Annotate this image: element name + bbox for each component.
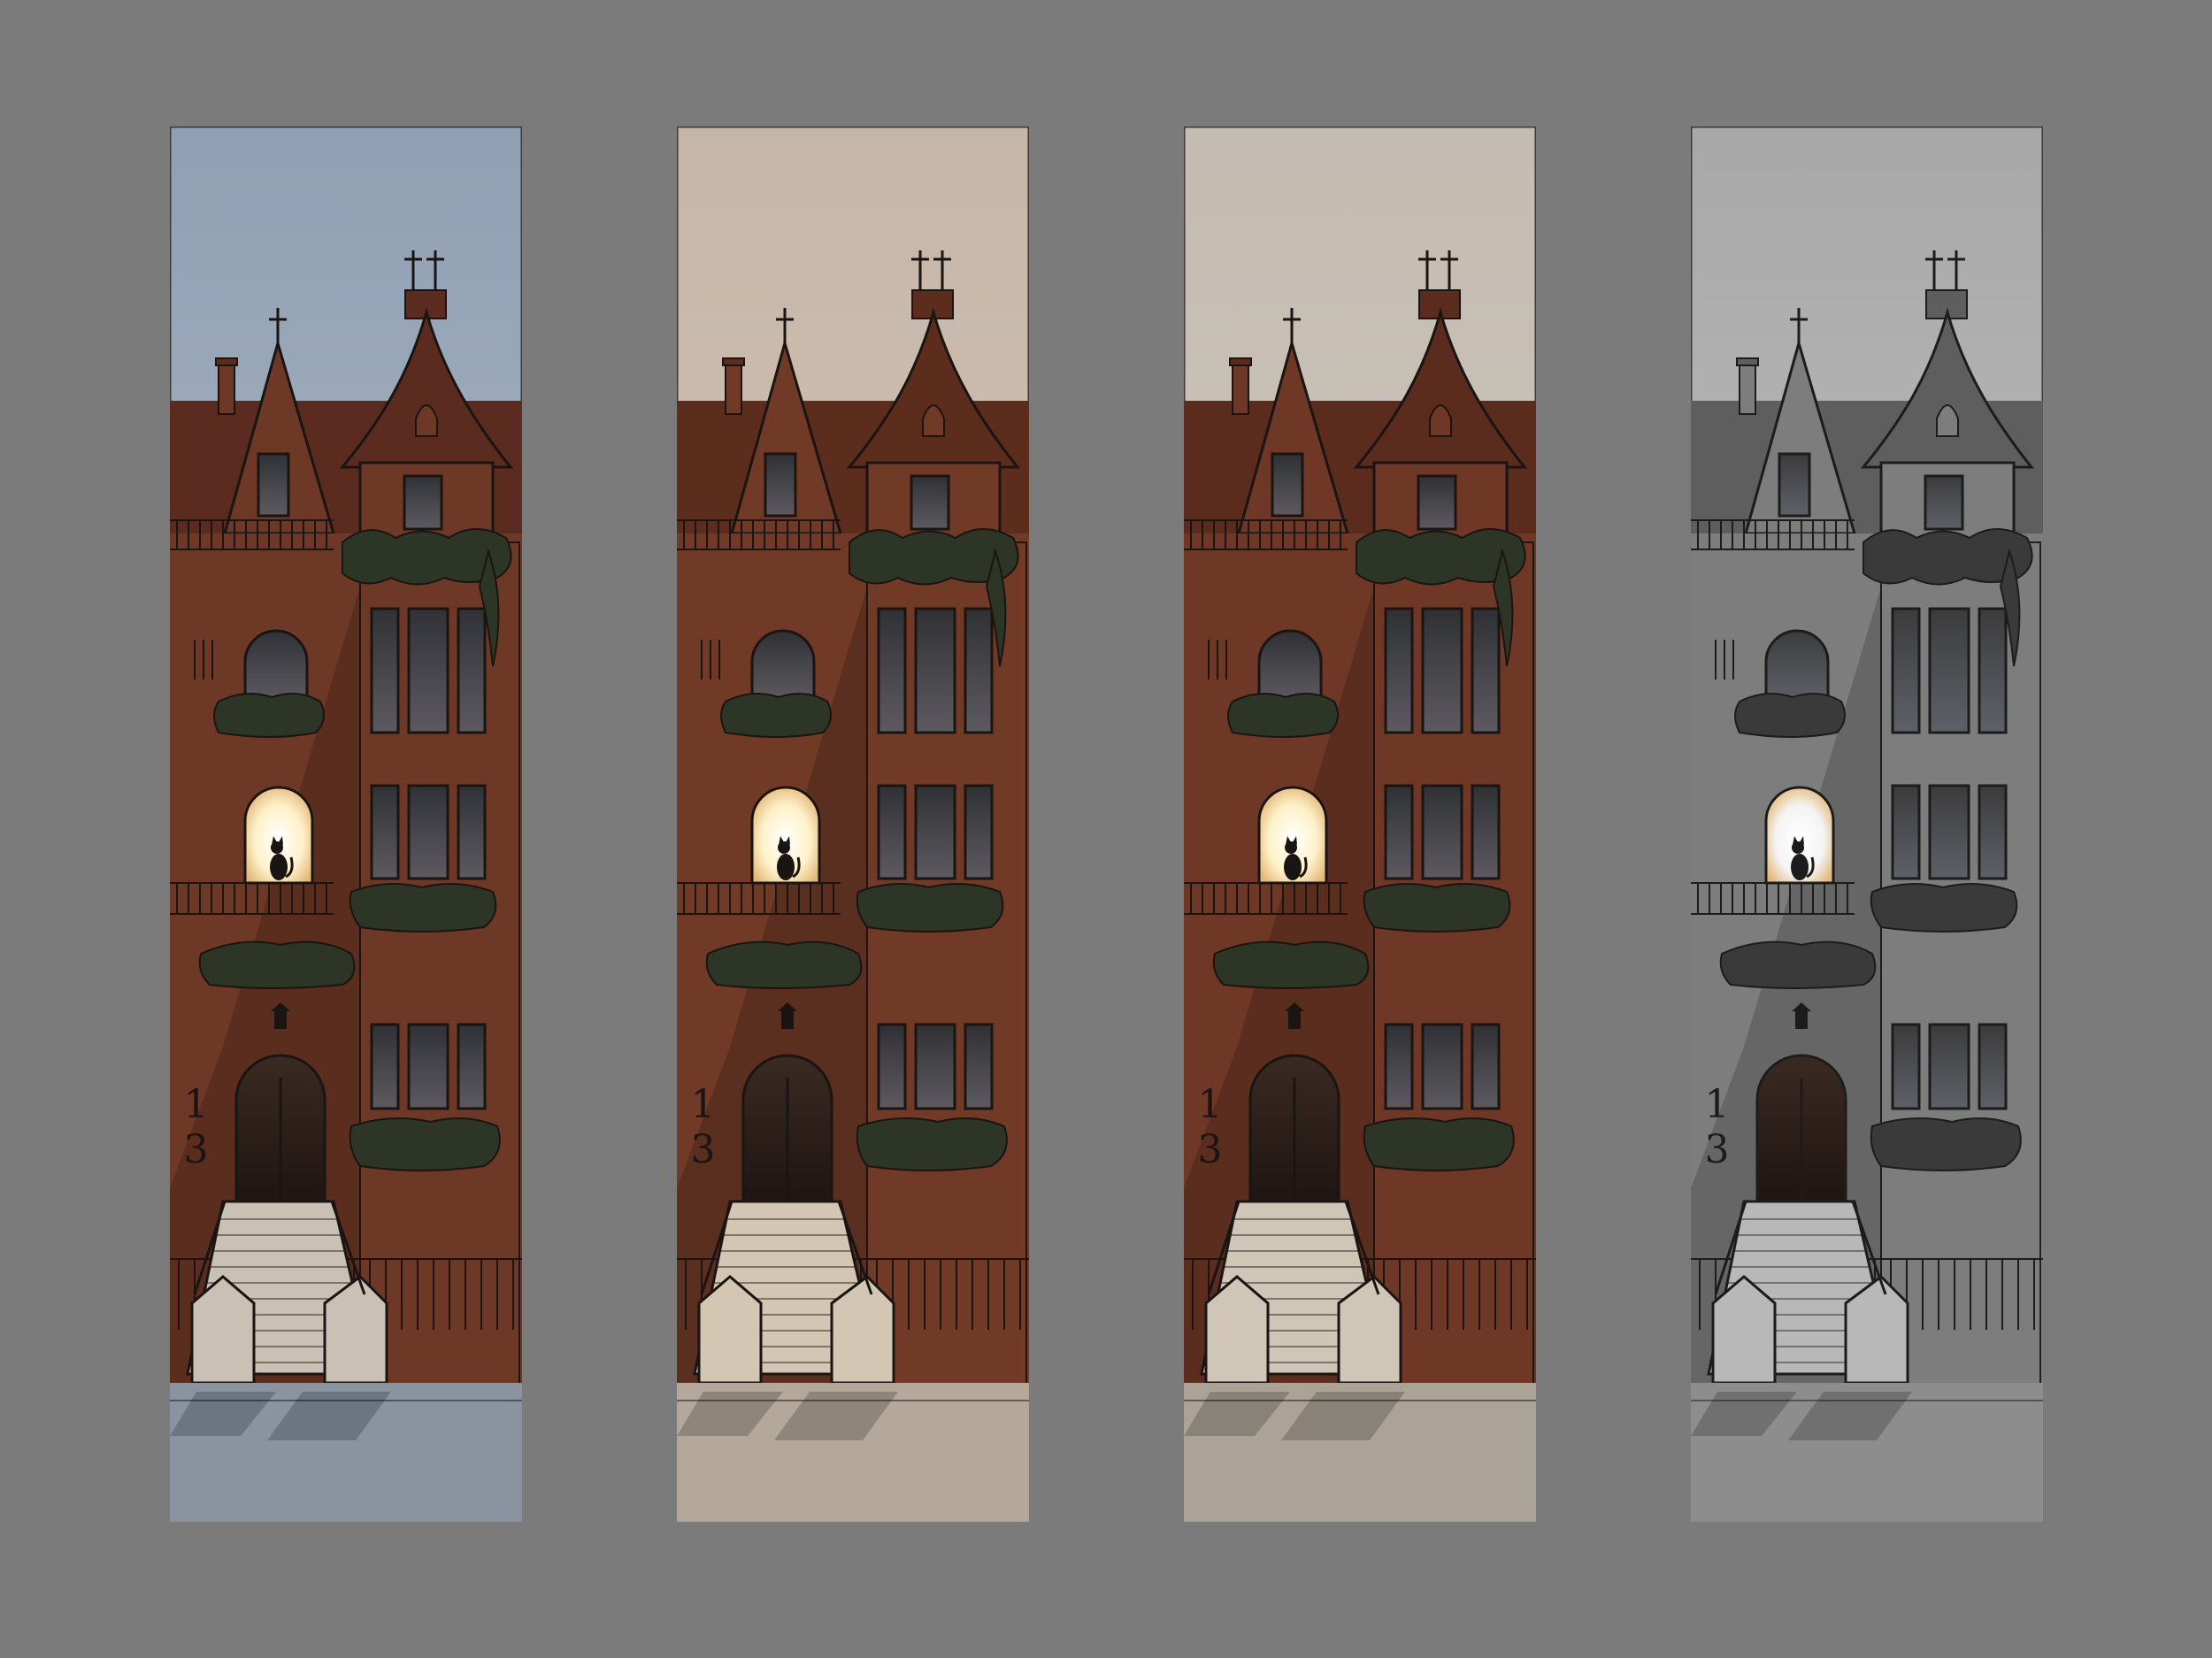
bay-window-row <box>1891 607 2008 734</box>
bay-window-row <box>370 607 487 734</box>
dormer-window <box>1417 474 1457 531</box>
left-arched-window <box>1764 629 1830 703</box>
dormer-window <box>910 474 950 531</box>
panel-greyscale: 13 <box>1691 127 2043 1522</box>
canvas-board: 13 13 13 13 <box>0 0 2212 1658</box>
house-number: 13 <box>173 1082 219 1172</box>
panel-grey-dusk: 13 <box>1184 127 1536 1522</box>
bay-window-row <box>370 784 487 880</box>
house-illustration <box>170 127 522 1522</box>
house-number: 13 <box>1187 1082 1233 1172</box>
house-illustration <box>1184 127 1536 1522</box>
bay-window-row <box>370 1023 487 1110</box>
house-number: 13 <box>680 1082 726 1172</box>
bay-window-row <box>1891 1023 2008 1110</box>
dormer-window <box>403 474 443 531</box>
bay-window-row <box>1891 784 2008 880</box>
left-arched-window <box>750 629 816 703</box>
house-illustration <box>1691 127 2043 1522</box>
panel-warm-dusk: 13 <box>677 127 1029 1522</box>
house-number: 13 <box>1694 1082 1740 1172</box>
bay-window-row <box>877 607 994 734</box>
dormer-window <box>1924 474 1964 531</box>
left-arched-window <box>1257 629 1323 703</box>
house-illustration <box>677 127 1029 1522</box>
bay-window-row <box>1384 1023 1501 1110</box>
bay-window-row <box>1384 784 1501 880</box>
panel-blue-dusk: 13 <box>170 127 522 1522</box>
bay-window-row <box>877 784 994 880</box>
left-arched-window <box>243 629 309 703</box>
bay-window-row <box>877 1023 994 1110</box>
bay-window-row <box>1384 607 1501 734</box>
